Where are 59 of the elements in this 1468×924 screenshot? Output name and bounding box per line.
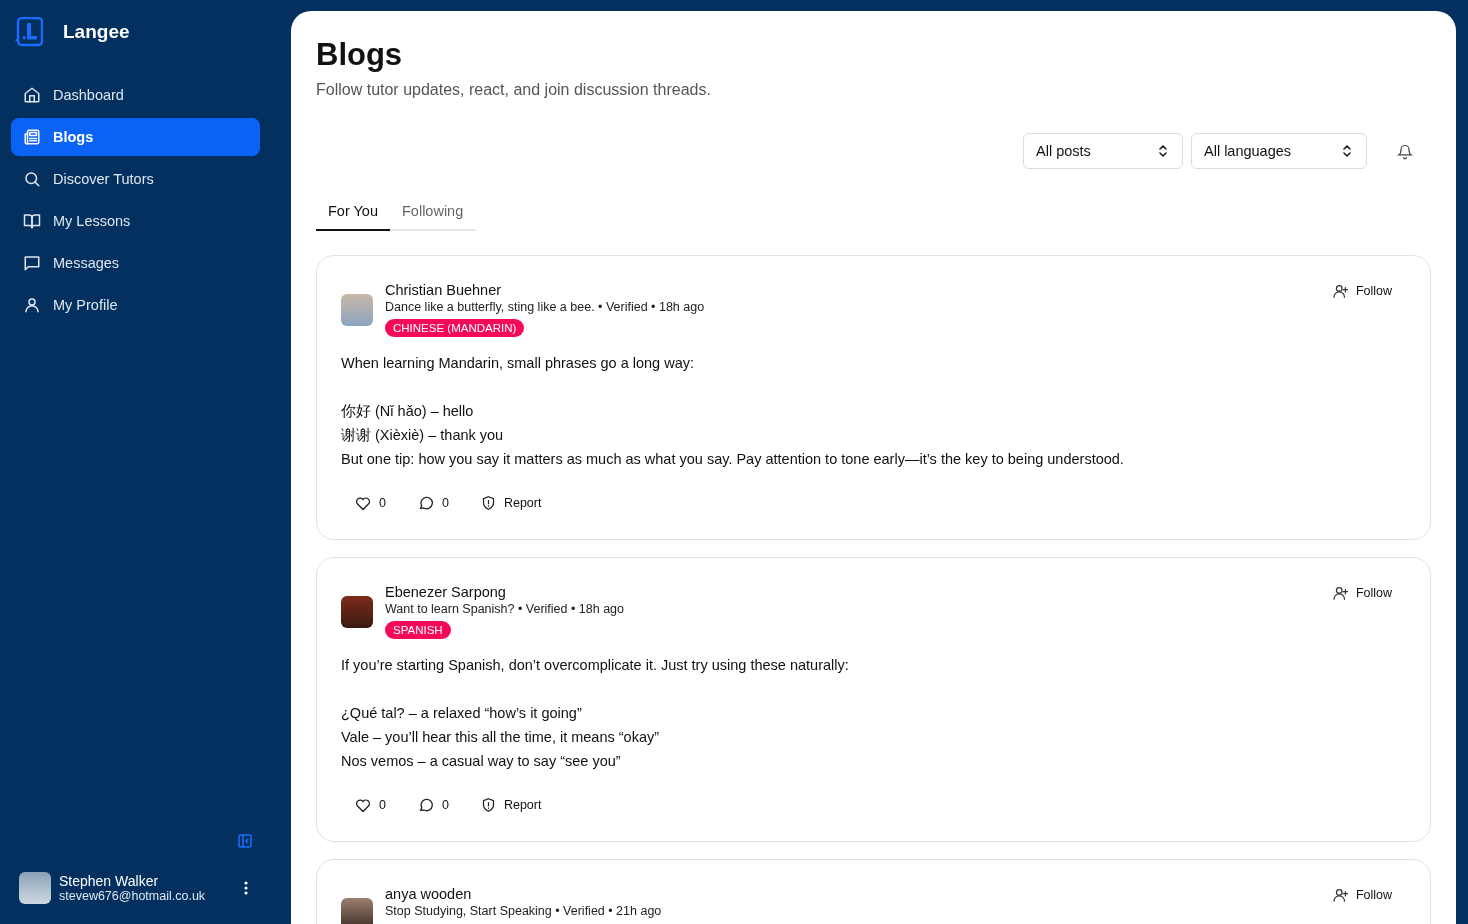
notification-bell-icon[interactable] [1397, 142, 1413, 160]
shield-alert-icon [480, 797, 496, 813]
chat-bubble-icon [23, 254, 41, 272]
newspaper-icon [23, 128, 41, 146]
feed-tab[interactable]: For You [316, 197, 390, 231]
more-options-icon[interactable] [244, 881, 248, 895]
author-name[interactable]: Ebenezer Sarpong [385, 584, 506, 600]
post-text: Nos vemos – a casual way to say “see you” [341, 752, 622, 771]
nav-item[interactable]: Blogs [11, 118, 260, 156]
nav-item[interactable]: My Profile [11, 286, 260, 324]
logo-icon [15, 17, 43, 47]
user-email: stevew676@hotmail.co.uk [59, 889, 207, 903]
add-user-icon [1332, 586, 1349, 600]
speech-bubble-icon [417, 495, 434, 511]
post-text: But one tip: how you say it matters as much as what you say. Pay attention to tone early—it’s the key to being understood. [341, 450, 1125, 469]
add-user-icon [1332, 888, 1349, 902]
filter-dropdown[interactable]: All languages [1191, 133, 1367, 169]
post-text: 你好 (Nǐ hǎo) – hello [341, 402, 475, 421]
follow-button[interactable]: Follow [1328, 884, 1406, 906]
author-avatar [341, 294, 373, 326]
brand-name: Langee [63, 21, 130, 43]
nav-item[interactable]: Dashboard [11, 76, 260, 114]
search-icon [23, 170, 41, 188]
user-avatar [19, 872, 51, 904]
author-avatar [341, 596, 373, 628]
home-icon [23, 86, 41, 104]
chevron-up-down-icon [1158, 144, 1168, 158]
author-name[interactable]: anya wooden [385, 886, 472, 902]
post-meta: Want to learn Spanish? • Verified • 18h ago [385, 602, 624, 616]
book-icon [23, 212, 41, 230]
page-subtitle: Follow tutor updates, react, and join discussion threads. [316, 81, 712, 99]
page-title: Blogs [316, 37, 404, 73]
heart-icon [355, 495, 371, 511]
feed-tab[interactable]: Following [390, 197, 476, 231]
speech-bubble-icon [417, 797, 434, 813]
follow-button[interactable]: Follow [1328, 280, 1406, 302]
collapse-sidebar-icon[interactable] [238, 834, 252, 848]
nav-item[interactable]: Messages [11, 244, 260, 282]
author-name[interactable]: Christian Buehner [385, 282, 502, 298]
post-text: 谢谢 (Xièxiè) – thank you [341, 426, 505, 445]
filter-dropdown[interactable]: All posts [1023, 133, 1183, 169]
follow-button[interactable]: Follow [1328, 582, 1406, 604]
user-name: Stephen Walker [59, 873, 160, 889]
heart-icon [355, 797, 371, 813]
language-tag: SPANISH [385, 621, 451, 639]
post-text: ¿Qué tal? – a relaxed “how’s it going” [341, 704, 583, 723]
user-icon [23, 296, 41, 314]
post-text: When learning Mandarin, small phrases go a long way: [341, 354, 696, 373]
nav-item[interactable]: My Lessons [11, 202, 260, 240]
post-meta: Dance like a butterfly, sting like a bee. • Verified • 18h ago [385, 300, 705, 314]
add-user-icon [1332, 284, 1349, 298]
author-avatar [341, 898, 373, 924]
post-meta: Stop Studying, Start Speaking • Verified • 21h ago [385, 904, 662, 918]
chevron-up-down-icon [1342, 144, 1352, 158]
shield-alert-icon [480, 495, 496, 511]
nav-item[interactable]: Discover Tutors [11, 160, 260, 198]
post-text: If you’re starting Spanish, don’t overcomplicate it. Just try using these naturally: [341, 656, 850, 675]
post-text: Vale – you’ll hear this all the time, it means “okay” [341, 728, 661, 747]
language-tag: CHINESE (MANDARIN) [385, 319, 525, 337]
